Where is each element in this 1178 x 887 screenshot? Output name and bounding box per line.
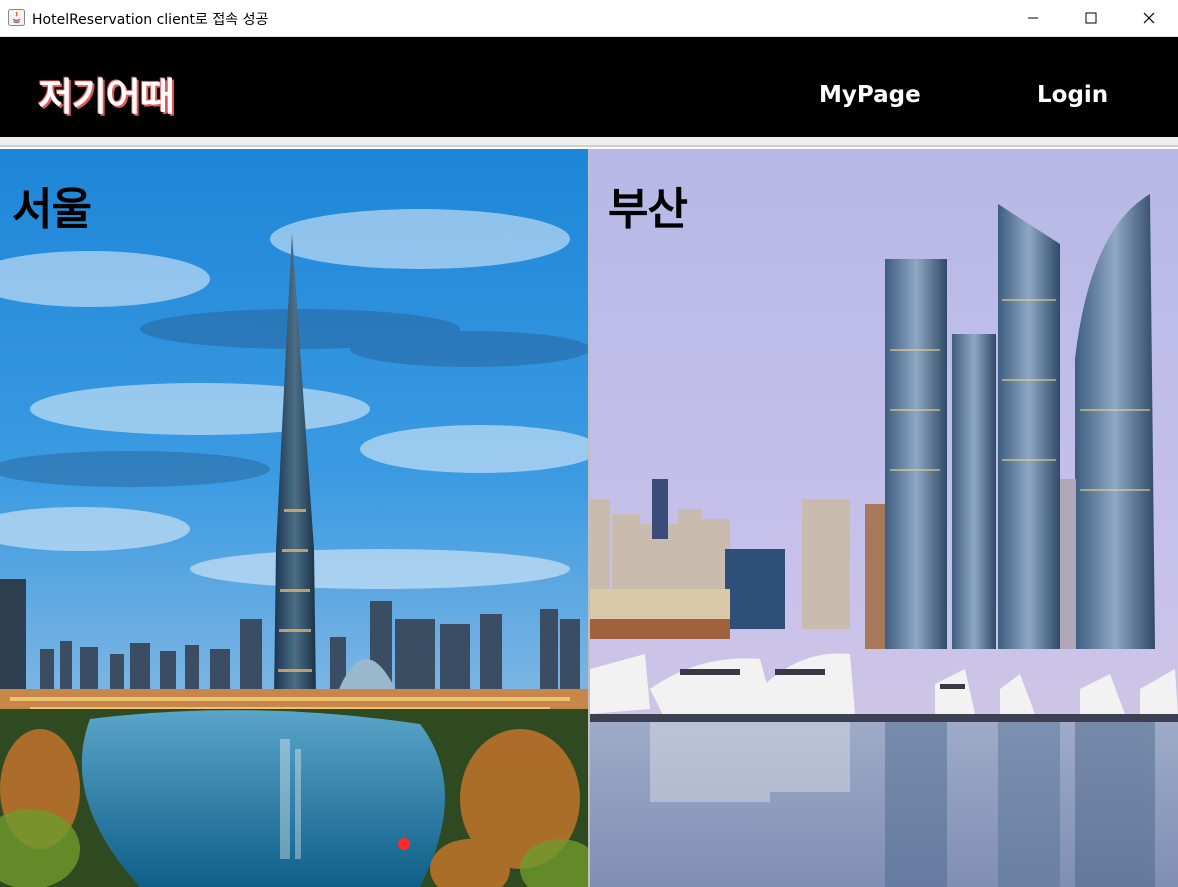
- maximize-icon: [1085, 12, 1097, 24]
- window-titlebar: HotelReservation client로 접속 성공: [0, 0, 1178, 37]
- java-app-icon: [8, 9, 25, 26]
- minimize-icon: [1028, 17, 1038, 19]
- city-name-seoul: 서울: [12, 184, 92, 235]
- brand-logo[interactable]: 저기어때: [38, 66, 175, 121]
- city-card-busan[interactable]: 부산: [590, 149, 1178, 887]
- window-title: HotelReservation client로 접속 성공: [32, 12, 269, 28]
- header-divider: [0, 137, 1178, 147]
- minimize-button[interactable]: [1004, 0, 1062, 36]
- app-header: [0, 37, 1178, 137]
- maximize-button[interactable]: [1062, 0, 1120, 36]
- city-name-busan: 부산: [608, 184, 688, 235]
- city-card-seoul[interactable]: 서울: [0, 149, 588, 887]
- close-button[interactable]: [1120, 0, 1178, 36]
- login-link[interactable]: Login: [1037, 82, 1108, 108]
- close-icon: [1143, 12, 1155, 24]
- seoul-skyline-image: [0, 149, 588, 887]
- mypage-link[interactable]: MyPage: [819, 82, 921, 108]
- busan-marina-image: [590, 149, 1178, 887]
